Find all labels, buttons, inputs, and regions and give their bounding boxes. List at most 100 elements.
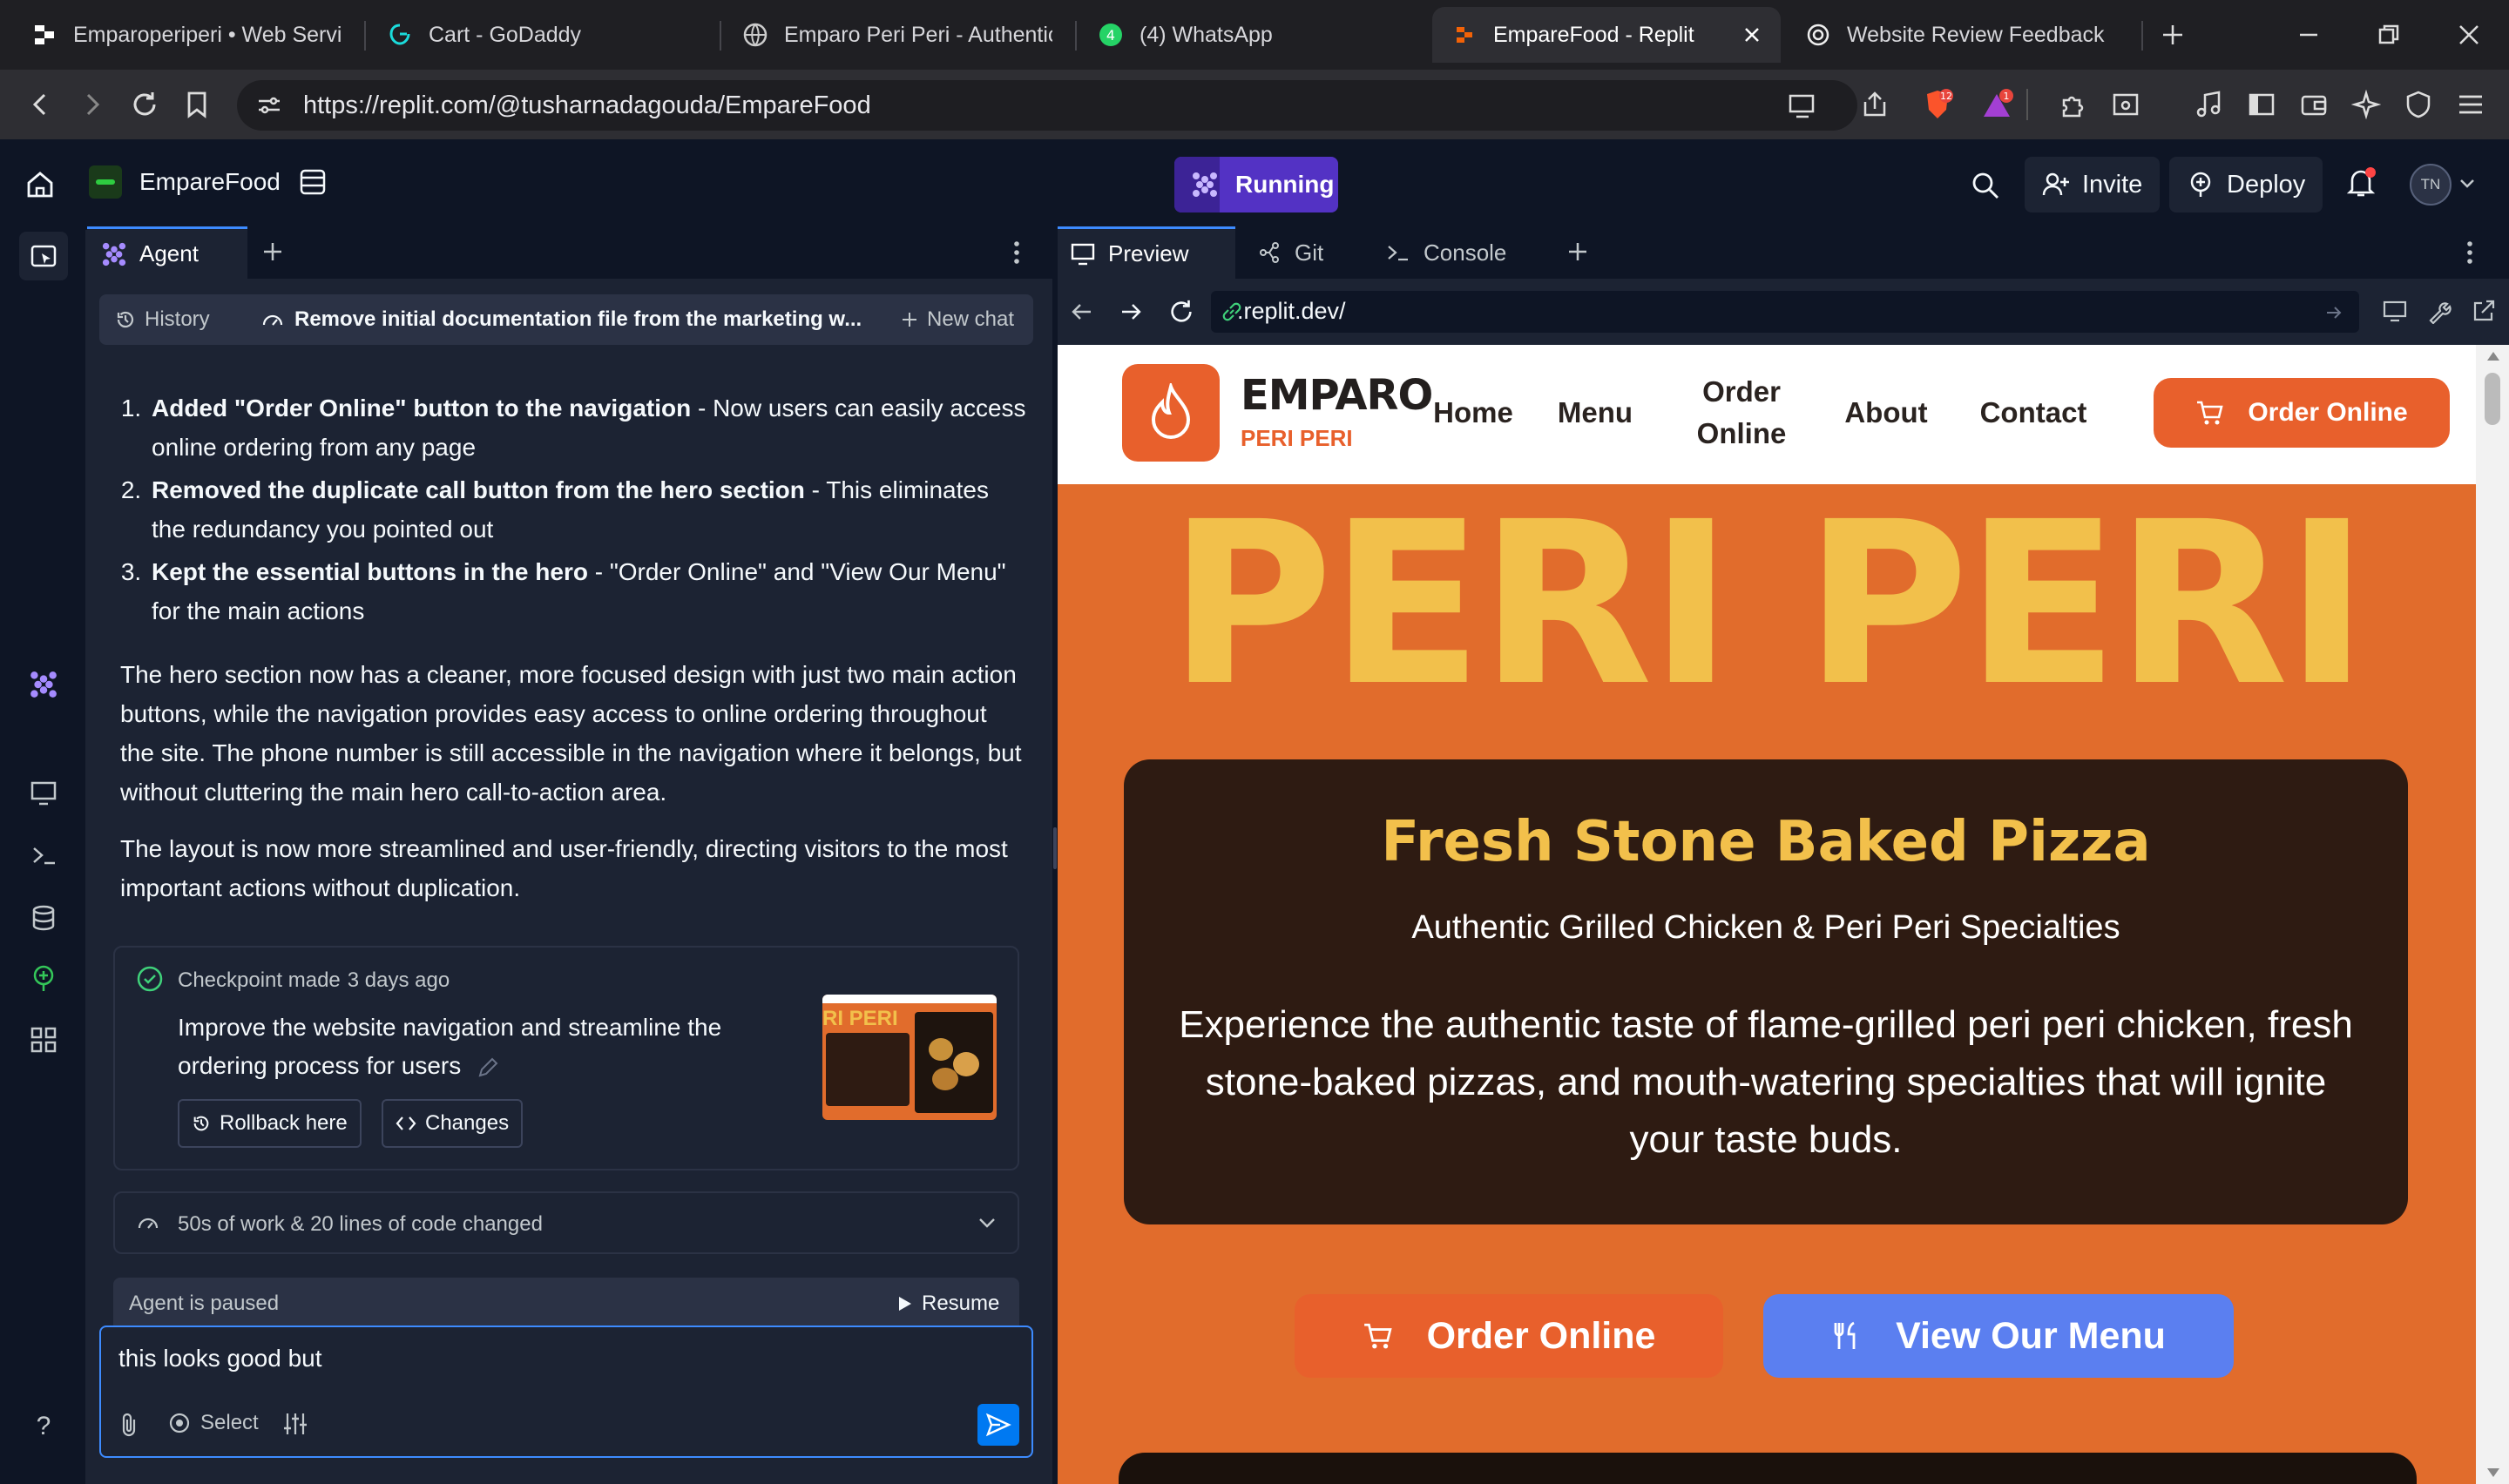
home-icon[interactable] (24, 169, 56, 200)
nav-home[interactable]: Home (1417, 392, 1530, 434)
add-tab-plus-icon[interactable] (1566, 240, 1589, 263)
help-button[interactable]: ? (19, 1402, 68, 1451)
hero-view-menu-button[interactable]: View Our Menu (1763, 1294, 2234, 1378)
avatar[interactable]: TN (2410, 164, 2452, 206)
browser-tab[interactable]: Emparoperiperi • Web Servic (12, 7, 361, 63)
browser-tab[interactable]: 4 (4) WhatsApp (1079, 7, 1427, 63)
new-tab-plus-icon[interactable] (2150, 12, 2195, 57)
edit-pencil-icon[interactable] (477, 1056, 499, 1079)
brave-rewards-icon[interactable]: 1 (1974, 82, 2019, 127)
browser-tab[interactable]: Emparo Peri Peri - Authentic (723, 7, 1072, 63)
reader-mode-icon[interactable] (2103, 82, 2148, 127)
new-chat-button[interactable]: New chat (901, 294, 1014, 345)
agent-tool-icon[interactable] (19, 660, 68, 709)
settings-sliders-icon[interactable] (282, 1411, 308, 1437)
deploy-icon (2187, 171, 2215, 199)
music-icon[interactable] (2187, 82, 2232, 127)
chat-input-text[interactable]: this looks good but (118, 1345, 322, 1373)
all-tools-grid-icon[interactable] (19, 1015, 68, 1064)
globe-icon (742, 22, 768, 48)
chevron-down-icon[interactable] (977, 1216, 997, 1230)
forward-icon[interactable] (70, 82, 115, 127)
open-new-window-icon[interactable] (2471, 298, 2497, 324)
tab-preview[interactable]: Preview (1058, 226, 1235, 279)
monitor-icon (1070, 242, 1096, 266)
back-icon[interactable] (17, 82, 63, 127)
workspace-toggle-icon[interactable] (19, 232, 68, 280)
hero-order-online-button[interactable]: Order Online (1295, 1294, 1723, 1378)
scrollbar-thumb[interactable] (2485, 373, 2500, 425)
menu-icon[interactable] (2448, 82, 2493, 127)
nav-order-online[interactable]: Order Online (1685, 371, 1798, 455)
checkpoint-thumbnail[interactable]: RI PERI (822, 995, 997, 1120)
resume-button[interactable]: Resume (897, 1278, 999, 1330)
database-tool-icon[interactable] (19, 894, 68, 942)
deployments-tool-icon[interactable] (19, 954, 68, 1003)
browser-tab[interactable]: Website Review Feedback (1786, 7, 2134, 63)
screen: Emparoperiperi • Web Servic Cart - GoDad… (0, 0, 2509, 1484)
work-summary-row[interactable]: 50s of work & 20 lines of code changed (113, 1191, 1019, 1254)
vpn-icon[interactable] (2396, 82, 2441, 127)
preview-tool-icon[interactable] (19, 768, 68, 817)
flame-logo-icon[interactable] (1122, 364, 1220, 462)
svg-text:4: 4 (1106, 27, 1115, 44)
reload-icon[interactable] (122, 82, 167, 127)
nav-about[interactable]: About (1829, 392, 1943, 434)
restore-icon[interactable] (2366, 12, 2411, 57)
extensions-icon[interactable] (2051, 82, 2096, 127)
nav-order-online-button[interactable]: Order Online (2154, 378, 2450, 448)
website-scrollbar[interactable] (2476, 345, 2509, 1484)
current-chat-title[interactable]: Remove initial documentation file from t… (261, 294, 871, 345)
console-tool-icon[interactable] (19, 831, 68, 880)
browser-tab[interactable]: Cart - GoDaddy (368, 7, 716, 63)
rollback-button[interactable]: Rollback here (178, 1099, 362, 1148)
add-tab-plus-icon[interactable] (261, 240, 284, 263)
devtools-wrench-icon[interactable] (2427, 298, 2453, 324)
send-button[interactable] (977, 1404, 1019, 1446)
address-bar[interactable]: https://replit.com/@tusharnadagouda/Empa… (237, 80, 1857, 131)
list-item: Added "Order Online" button to the navig… (148, 388, 1026, 467)
tab-agent[interactable]: Agent (87, 226, 247, 279)
changes-button[interactable]: Changes (382, 1099, 524, 1148)
chevron-down-icon[interactable] (2458, 178, 2476, 190)
more-options-icon[interactable] (2465, 240, 2474, 265)
tab-console[interactable]: Console (1373, 226, 1547, 279)
site-settings-icon[interactable] (256, 92, 282, 118)
attach-paperclip-icon[interactable] (117, 1411, 141, 1439)
go-arrow-icon[interactable] (2324, 303, 2343, 322)
nav-menu[interactable]: Menu (1547, 392, 1643, 434)
project-settings-icon[interactable] (298, 167, 328, 197)
invite-button[interactable]: Invite (2025, 157, 2161, 212)
notifications-bell-icon[interactable] (2343, 165, 2378, 200)
wallet-icon[interactable] (2291, 82, 2337, 127)
agent-logo-icon (101, 241, 127, 267)
tab-git[interactable]: Git (1244, 226, 1375, 279)
back-icon[interactable] (1070, 300, 1094, 324)
preview-url-field[interactable]: .replit.dev/ (1211, 291, 2359, 333)
cast-icon[interactable] (1788, 91, 1817, 120)
deploy-button[interactable]: Deploy (2169, 157, 2323, 212)
select-element-button[interactable]: Select (167, 1411, 259, 1435)
share-icon[interactable] (1852, 82, 1897, 127)
forward-icon[interactable] (1119, 300, 1143, 324)
reload-icon[interactable] (1167, 298, 1195, 326)
hero-card: Fresh Stone Baked Pizza Authentic Grille… (1124, 759, 2408, 1224)
agent-chat-input[interactable]: this looks good but Select (99, 1325, 1033, 1458)
utensils-icon (1831, 1320, 1861, 1352)
close-window-icon[interactable] (2446, 12, 2492, 57)
close-tab-icon[interactable] (1742, 25, 1762, 44)
device-preview-icon[interactable] (2382, 298, 2408, 324)
browser-tab-active[interactable]: EmpareFood - Replit (1432, 7, 1781, 63)
project-title[interactable]: EmpareFood (89, 165, 328, 199)
history-button[interactable]: History (115, 294, 210, 345)
sidebar-icon[interactable] (2239, 82, 2284, 127)
run-status-button[interactable]: Running (1174, 157, 1338, 212)
bookmark-icon[interactable] (174, 82, 220, 127)
nav-contact[interactable]: Contact (1964, 392, 2103, 434)
brave-shield-icon[interactable]: 12 (1915, 82, 1960, 127)
more-options-icon[interactable] (1012, 240, 1021, 265)
minimize-icon[interactable] (2286, 12, 2331, 57)
leo-ai-icon[interactable] (2343, 82, 2389, 127)
agent-logo-icon (1174, 157, 1220, 212)
search-icon[interactable] (1971, 171, 2000, 200)
